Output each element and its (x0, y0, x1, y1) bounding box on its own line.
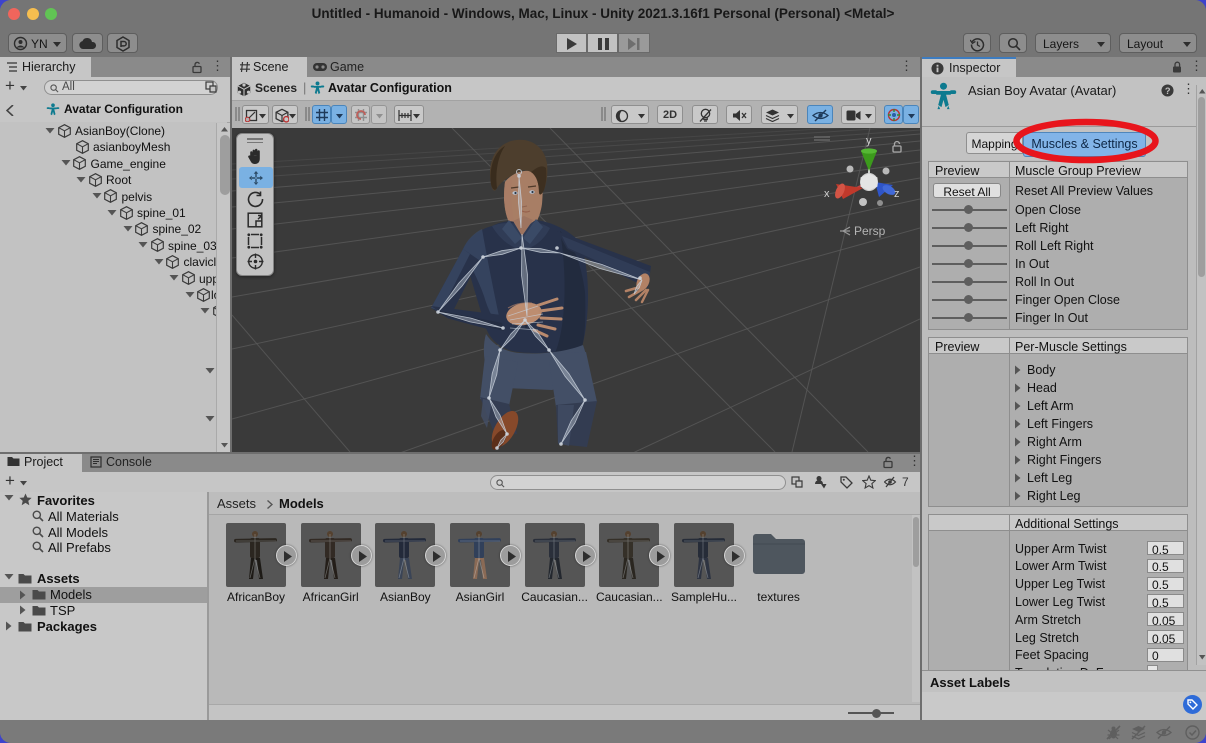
svg-text:x: x (824, 188, 830, 200)
svg-text:z: z (894, 188, 900, 200)
svg-text:y: y (866, 135, 872, 147)
svg-text:Persp: Persp (854, 224, 886, 238)
svg-text:?: ? (1165, 86, 1171, 96)
